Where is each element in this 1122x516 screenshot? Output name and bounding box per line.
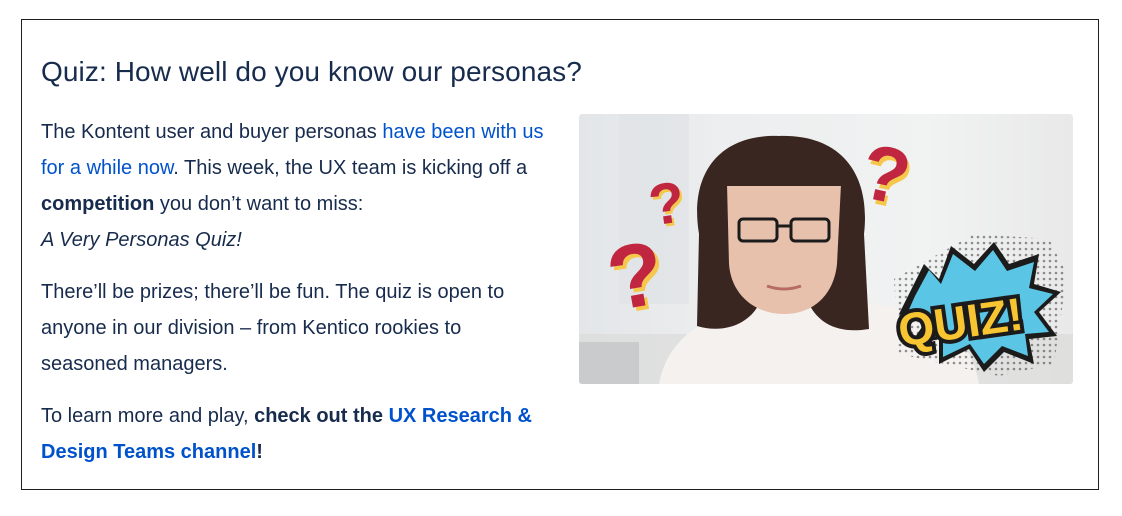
prizes-paragraph: There’ll be prizes; there’ll be fun. The… xyxy=(41,281,505,375)
quiz-illustration: ? ? ? ? ? ? QUIZ! QUIZ! xyxy=(579,114,1073,384)
page-title: Quiz: How well do you know our personas? xyxy=(41,56,582,87)
announcement-body: The Kontent user and buyer personas have… xyxy=(41,114,551,486)
quiz-name: A Very Personas Quiz! xyxy=(41,229,242,251)
cta-paragraph: To learn more and play, check out the UX… xyxy=(41,398,551,470)
cta-text: To learn more and play, xyxy=(41,405,255,427)
announcement-card: Quiz: How well do you know our personas?… xyxy=(21,19,1099,490)
cta-bold-text: check out the xyxy=(254,405,389,427)
cta-exclamation: ! xyxy=(256,441,263,463)
intro-text-end: you don’t want to miss: xyxy=(154,193,364,215)
competition-text: competition xyxy=(41,193,155,215)
quiz-illustration-graphic: ? ? ? ? ? ? QUIZ! QUIZ! xyxy=(579,114,1073,384)
intro-text-continued: . This week, the UX team is kicking off … xyxy=(173,157,528,179)
intro-paragraph: The Kontent user and buyer personas have… xyxy=(41,114,551,258)
intro-text: The Kontent user and buyer personas xyxy=(41,121,383,143)
